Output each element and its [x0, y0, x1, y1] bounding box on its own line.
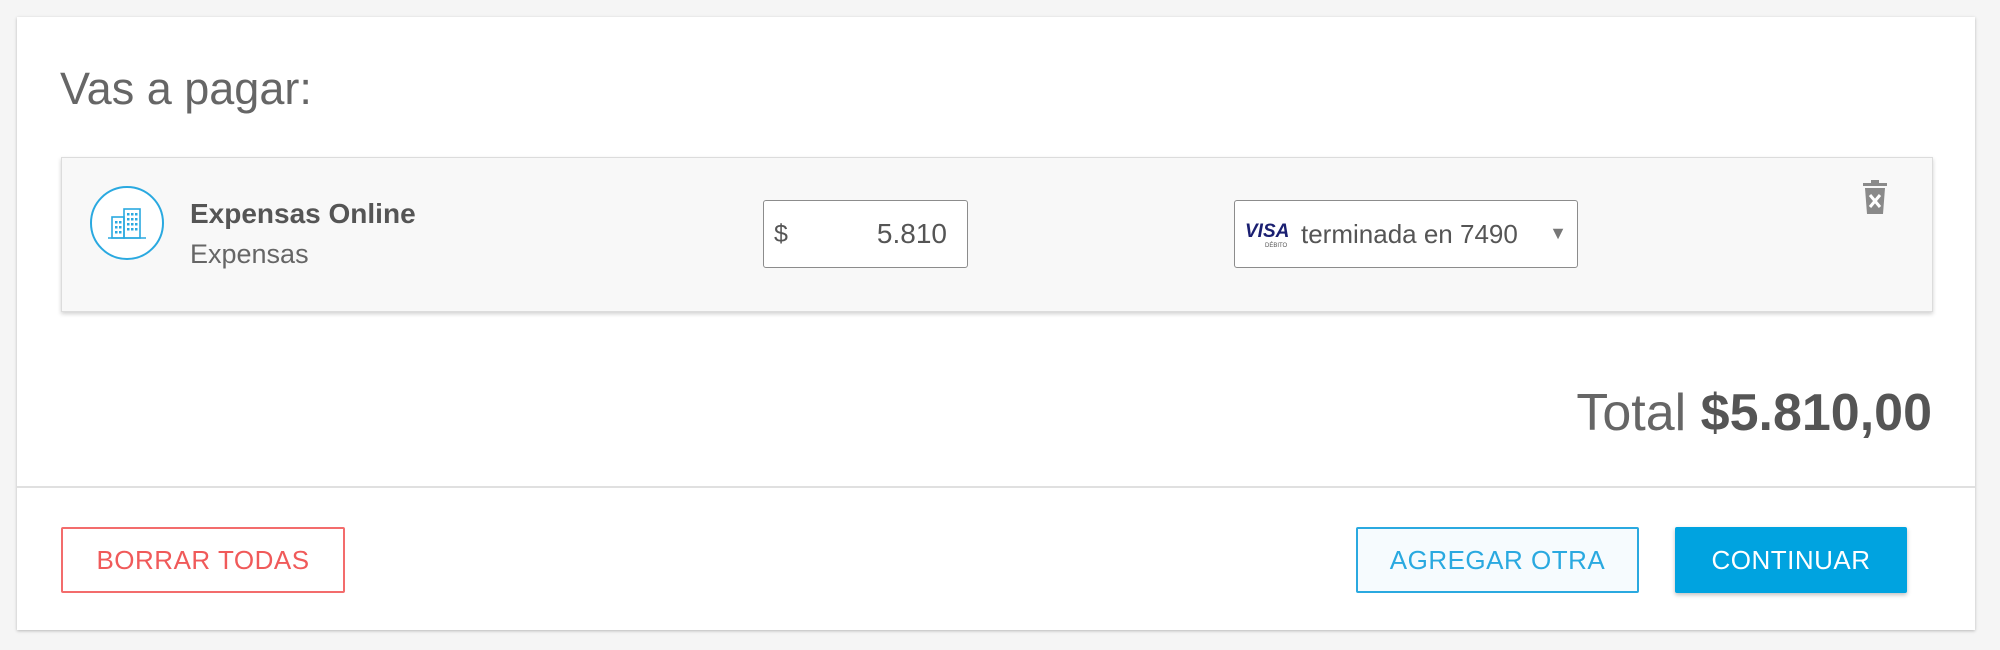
amount-value: 5.810: [876, 218, 947, 249]
divider: [17, 486, 1975, 488]
trash-icon[interactable]: [1860, 180, 1890, 216]
service-name: Expensas Online: [190, 198, 416, 229]
currency-symbol: $: [774, 220, 788, 248]
payment-item-row: Expensas Online Expensas $ 5.810 VISA DÉ…: [61, 157, 1933, 312]
total-summary: Total $5.810,00: [1576, 383, 1932, 443]
payment-summary-card: Vas a pagar: Expensas Online Expensas $ …: [17, 17, 1975, 630]
clear-all-button[interactable]: BORRAR TODAS: [61, 527, 345, 593]
total-value: $5.810,00: [1700, 384, 1932, 442]
amount-input[interactable]: $ 5.810: [763, 200, 968, 268]
svg-text:DÉBITO: DÉBITO: [1265, 242, 1288, 249]
page-title: Vas a pagar:: [60, 63, 312, 114]
continue-button[interactable]: CONTINUAR: [1675, 527, 1907, 593]
total-label: Total: [1576, 384, 1687, 442]
service-type: Expensas: [190, 239, 309, 269]
building-icon: [90, 186, 164, 260]
chevron-down-icon: ▼: [1549, 223, 1567, 243]
payment-method-select[interactable]: VISA DÉBITO terminada en 7490 ▼: [1234, 200, 1578, 268]
svg-text:VISA: VISA: [1245, 221, 1289, 242]
add-another-button[interactable]: AGREGAR OTRA: [1356, 527, 1639, 593]
payment-card-label: terminada en 7490: [1301, 219, 1518, 249]
visa-logo: VISA DÉBITO: [1245, 221, 1289, 249]
